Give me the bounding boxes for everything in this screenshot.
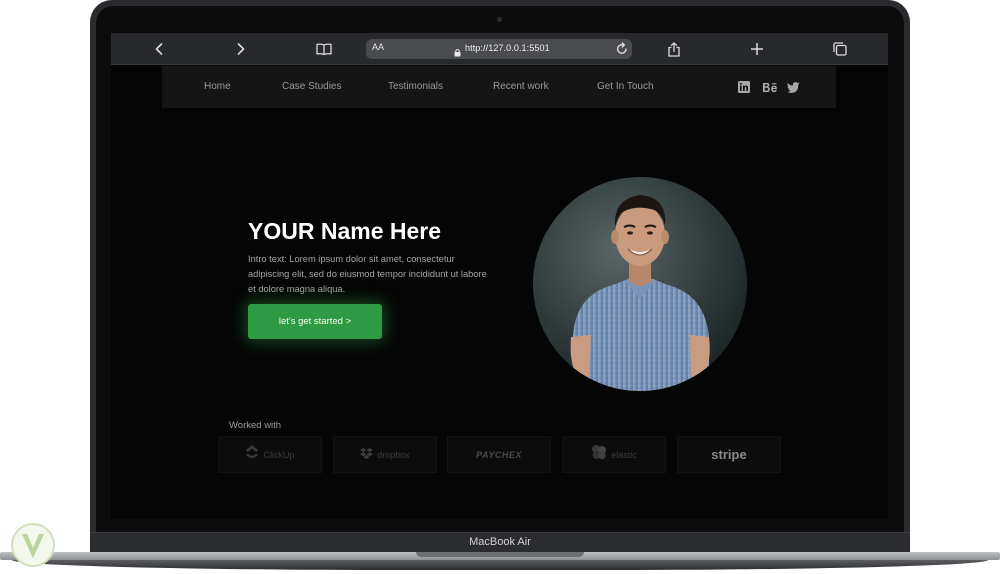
logo-paychex: PAYCHEX	[447, 436, 551, 473]
worked-with-label: Worked with	[229, 420, 282, 431]
logo-clickup: ClickUp	[218, 436, 322, 473]
logo-elastic-text: elastic	[611, 449, 637, 460]
nav-link-recent-work[interactable]: Recent work	[493, 81, 549, 92]
lock-icon	[454, 44, 461, 62]
dropbox-icon	[360, 446, 374, 464]
logo-stripe: stripe	[677, 436, 781, 473]
logo-stripe-text: stripe	[711, 447, 747, 462]
laptop-base	[0, 552, 1000, 574]
logo-elastic: elastic	[562, 436, 666, 473]
logo-clickup-text: ClickUp	[263, 449, 295, 460]
tabs-icon[interactable]	[829, 39, 851, 59]
laptop-mockup: AA http://127.0.0.1:5501 Home Case Studi…	[0, 0, 1000, 574]
site-nav: Home Case Studies Testimonials Recent wo…	[162, 66, 836, 108]
chevron-right-icon[interactable]	[230, 39, 252, 59]
nav-link-home[interactable]: Home	[204, 81, 231, 92]
text-size-button[interactable]: AA	[372, 42, 384, 52]
linkedin-icon[interactable]	[737, 80, 751, 94]
nav-link-case-studies[interactable]: Case Studies	[282, 81, 341, 92]
camera-dot	[497, 17, 502, 22]
share-icon[interactable]	[663, 39, 685, 59]
nav-link-get-in-touch[interactable]: Get In Touch	[597, 81, 654, 92]
get-started-button[interactable]: let's get started >	[248, 304, 382, 339]
hero-title: YOUR Name Here	[248, 218, 442, 244]
base-notch	[416, 552, 584, 557]
browser-toolbar: AA http://127.0.0.1:5501	[111, 33, 888, 65]
nav-link-testimonials[interactable]: Testimonials	[388, 81, 443, 92]
logo-dropbox-text: dropbox	[377, 449, 410, 460]
elastic-icon	[591, 444, 607, 465]
watermark-logo	[2, 517, 60, 569]
chevron-left-icon[interactable]	[148, 39, 170, 59]
plus-icon[interactable]	[746, 39, 768, 59]
logo-dropbox: dropbox	[333, 436, 437, 473]
logo-paychex-text: PAYCHEX	[476, 449, 522, 460]
twitter-icon[interactable]	[786, 80, 800, 94]
web-page: Home Case Studies Testimonials Recent wo…	[111, 66, 888, 502]
laptop-screen: AA http://127.0.0.1:5501 Home Case Studi…	[111, 33, 888, 519]
book-icon[interactable]	[313, 39, 335, 59]
reload-icon[interactable]	[616, 42, 628, 60]
device-label: MacBook Air	[469, 536, 531, 548]
profile-photo	[533, 177, 747, 391]
hero-intro-text: Intro text: Lorem ipsum dolor sit amet, …	[248, 254, 487, 294]
clickup-icon	[245, 444, 259, 465]
url-bar[interactable]: AA http://127.0.0.1:5501	[366, 39, 632, 59]
behance-icon[interactable]	[761, 80, 779, 94]
url-text[interactable]: http://127.0.0.1:5501	[465, 43, 550, 53]
